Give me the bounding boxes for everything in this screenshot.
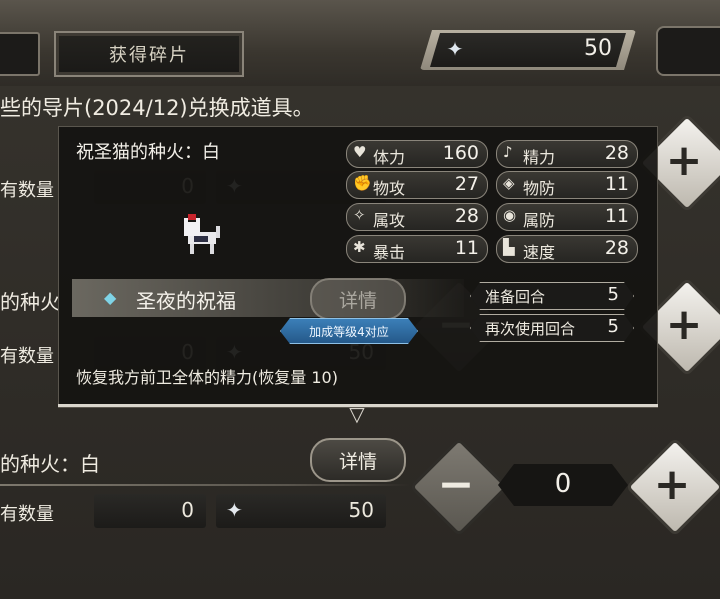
stat-hp-value: 160 <box>442 142 479 164</box>
prep-turns-row: 准备回合 5 <box>470 282 634 310</box>
stat-speed-value: 28 <box>604 237 629 259</box>
stat-spirit: ♪ 精力 28 <box>496 140 638 168</box>
stat-elem-atk-name: 属攻 <box>373 211 406 230</box>
stat-phys-atk-name: 物攻 <box>373 179 406 198</box>
reuse-turns-row: 再次使用回合 5 <box>470 314 634 342</box>
row3-hold-label: 有数量 <box>0 504 54 525</box>
row3-separator <box>0 484 410 486</box>
spirit-icon: ♪ <box>503 143 513 161</box>
skill-detail-button[interactable]: 详情 <box>310 278 406 320</box>
stat-phys-atk: ✊ 物攻 27 <box>346 171 488 199</box>
stat-spirit-name: 精力 <box>523 148 556 167</box>
fist-icon: ✊ <box>353 174 372 192</box>
cat-sprite-icon <box>184 214 220 254</box>
stat-spirit-value: 28 <box>604 142 629 164</box>
currency-value: 50 <box>584 36 612 61</box>
row3-hold-box: 0 <box>94 494 206 528</box>
prep-turns-value: 5 <box>607 284 619 305</box>
boost-level-badge: 加成等级4对应 <box>280 318 418 344</box>
stat-phys-atk-value: 27 <box>454 173 479 195</box>
magic-attack-icon: ✧ <box>353 206 366 224</box>
stat-hp: ♥ 体力 160 <box>346 140 488 168</box>
plus-icon[interactable]: + <box>652 292 716 356</box>
stat-phys-def-name: 物防 <box>523 179 556 198</box>
skill-description: 恢复我方前卫全体的精力(恢复量 10) <box>76 368 338 387</box>
left-tab-button[interactable] <box>0 32 40 76</box>
row2-hold-label: 有数量 <box>0 346 54 367</box>
stat-elem-def-value: 11 <box>604 205 629 227</box>
stat-elem-def-name: 属防 <box>523 211 556 230</box>
stat-crit-value: 11 <box>454 237 479 259</box>
plus-icon[interactable]: + <box>652 128 716 192</box>
stat-elem-def: ◉ 属防 11 <box>496 203 638 231</box>
quantity-value: 0 <box>554 469 572 499</box>
prep-turns-label: 准备回合 <box>485 288 546 306</box>
instruction-text: 些的导片(2024/12)兑换成道具。 <box>0 96 314 120</box>
stat-elem-atk: ✧ 属攻 28 <box>346 203 488 231</box>
heart-icon: ♥ <box>353 143 367 161</box>
boot-icon: ▙ <box>503 238 515 256</box>
reuse-turns-value: 5 <box>607 316 619 337</box>
plus-icon[interactable]: + <box>640 452 704 516</box>
minus-icon[interactable]: − <box>424 452 488 516</box>
critical-icon: ✱ <box>353 238 366 256</box>
stat-speed: ▙ 速度 28 <box>496 235 638 263</box>
diamond-icon: ✦ <box>446 37 464 61</box>
row3-detail-button[interactable]: 详情 <box>310 438 406 482</box>
row3-hold-value: 0 <box>181 498 194 522</box>
stat-hp-name: 体力 <box>373 148 406 167</box>
diamond-icon: ✦ <box>226 498 243 522</box>
row3-cost-box: ✦ 50 <box>216 494 386 528</box>
stat-crit-name: 暴击 <box>373 243 406 262</box>
quantity-field[interactable]: 0 <box>498 464 628 506</box>
stat-speed-name: 速度 <box>523 243 556 262</box>
skill-name: 圣夜的祝福 <box>136 289 236 313</box>
shield-icon: ◈ <box>503 174 515 192</box>
row2-name: 的种火 <box>0 290 60 314</box>
popup-title: 祝圣猫的种火：白 <box>76 142 220 163</box>
stat-elem-atk-value: 28 <box>454 205 479 227</box>
get-fragments-button[interactable]: 获得碎片 <box>54 31 244 77</box>
row3-name: 的种火：白 <box>0 452 100 476</box>
currency-display: ✦ 50 <box>420 30 636 70</box>
popup-pointer-icon: ▽ <box>349 402 365 426</box>
stat-crit: ✱ 暴击 11 <box>346 235 488 263</box>
stat-phys-def: ◈ 物防 11 <box>496 171 638 199</box>
magic-defense-icon: ◉ <box>503 206 517 224</box>
gem-icon: ◆ <box>104 288 117 307</box>
stat-phys-def-value: 11 <box>604 173 629 195</box>
row3-cost-value: 50 <box>348 498 374 522</box>
reuse-turns-label: 再次使用回合 <box>485 320 576 338</box>
top-right-button[interactable] <box>656 26 720 76</box>
row1-hold-label: 有数量 <box>0 180 54 201</box>
